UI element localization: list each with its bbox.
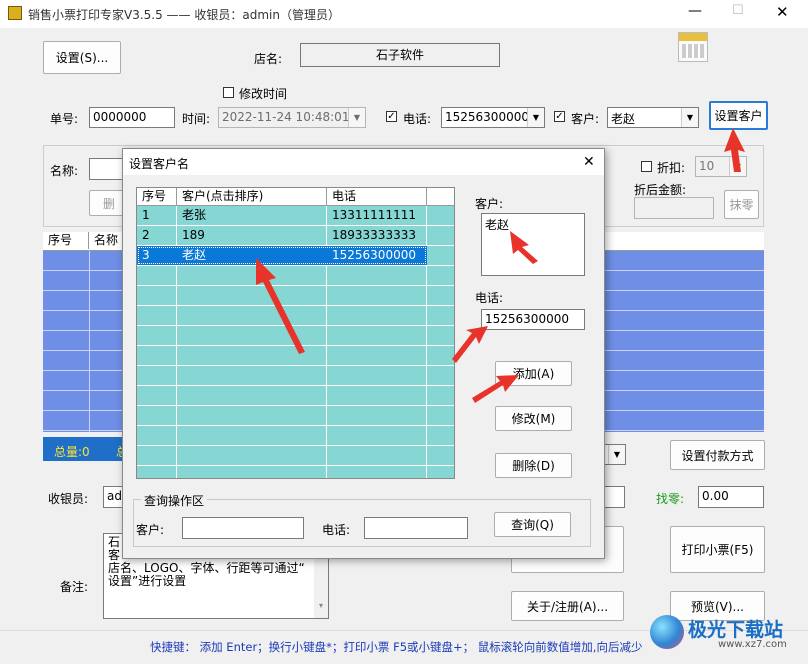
arrow-to-phone-field <box>452 326 488 363</box>
arrow-to-set-customer <box>724 128 745 172</box>
arrow-to-add-button <box>472 375 519 403</box>
annotation-arrows <box>256 128 745 403</box>
arrow-to-customer-field <box>510 231 538 264</box>
arrow-to-selected-row <box>256 258 305 354</box>
